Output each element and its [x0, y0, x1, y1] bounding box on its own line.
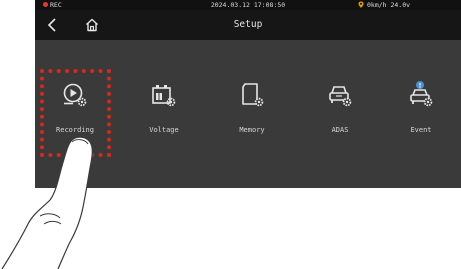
menu-item-memory[interactable]: Memory	[217, 80, 287, 140]
page-title: Setup	[233, 19, 263, 30]
menu-item-label: ADAS	[331, 126, 349, 134]
menu-item-label: Event	[410, 126, 432, 134]
status-bar: REC 2024.03.12 17:08:50 0km/h 24.0v	[35, 0, 461, 10]
menu-item-event[interactable]: Event	[386, 80, 456, 140]
speed-voltage: 0km/h 24.0v	[367, 1, 411, 9]
title-bar: Setup	[35, 10, 461, 40]
sd-card-gear-icon	[217, 80, 287, 110]
menu-item-label: Memory	[239, 126, 265, 134]
pointing-hand-illustration	[1, 136, 93, 269]
menu-item-voltage[interactable]: Voltage	[129, 80, 199, 140]
car-gear-icon	[305, 80, 375, 110]
menu-item-adas[interactable]: ADAS	[305, 80, 375, 140]
car-alert-gear-icon	[386, 80, 456, 110]
menu-item-label: Voltage	[149, 126, 179, 134]
battery-gear-icon	[129, 80, 199, 110]
